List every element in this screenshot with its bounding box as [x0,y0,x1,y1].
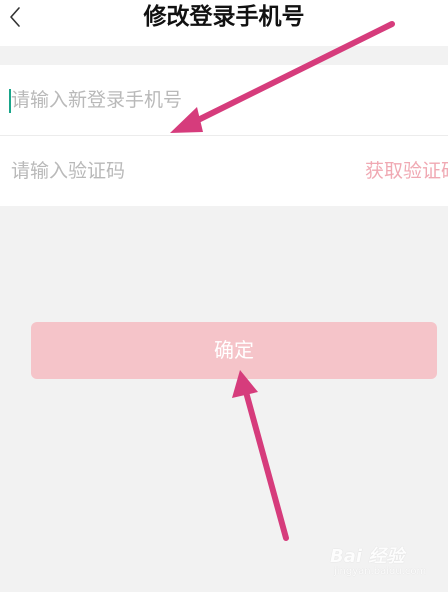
phone-row [0,65,448,136]
verification-code-input[interactable] [11,136,341,206]
page-title: 修改登录手机号 [143,4,305,30]
baidu-watermark: Bai 经验 jingyan.baidu.com [330,538,442,584]
watermark-brand: Bai 经验 [330,546,405,567]
watermark-url: jingyan.baidu.com [334,566,427,577]
phone-change-form: 获取验证码 [0,65,448,206]
top-bar: 修改登录手机号 [0,0,448,46]
verification-code-row: 获取验证码 [0,136,448,206]
get-code-button[interactable]: 获取验证码 [365,136,448,206]
new-phone-input[interactable] [11,65,341,135]
confirm-button[interactable]: 确定 [31,322,437,379]
section-gap [0,46,448,65]
annotation-arrow-lower [232,370,289,541]
